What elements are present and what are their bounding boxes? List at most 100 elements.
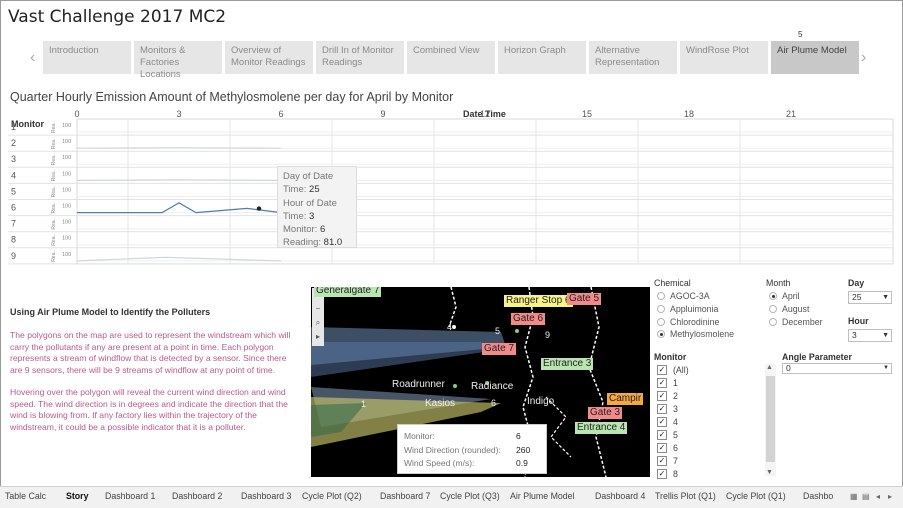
map-tooltip: Monitor: 6 Wind Direction (rounded): 260 W… [397,424,547,474]
sheet-sorter-icon[interactable]: ▦ [850,492,858,501]
tab-table-calc[interactable]: Table Calc [5,491,46,501]
hour-select[interactable]: 3 ▼ [848,329,892,342]
film-strip-icon[interactable]: ▤ [862,492,870,501]
tab-trellis-plot-q1[interactable]: Trellis Plot (Q1) [655,491,716,501]
angle-parameter-title: Angle Parameter [782,352,852,362]
tooltip-hour-value: 3 [309,210,315,222]
chevron-down-icon: ▼ [882,294,889,301]
tab-next-icon[interactable]: ▸ [888,492,892,501]
search-icon[interactable]: ⌕ [312,316,324,330]
monitor-row-label: 3 [11,154,16,164]
y-tick-label: 100 [62,252,71,258]
map-label: 6 [491,398,497,408]
map-label: Entrance 4 [575,422,628,434]
monitor-option-7[interactable]: ✓ 7 [657,456,678,466]
story-point-monitors-factories[interactable]: Monitors & Factories Locations [134,41,222,80]
emission-line-chart[interactable]: 0 3 6 9 12 15 18 211 Rea.. 1002 Rea.. 1003 Rea.. 1004… [0,107,903,275]
y-tick-label: 100 [62,204,71,210]
x-tick-label: 12 [480,109,490,119]
monitor-option-5[interactable]: ✓ 5 [657,430,678,440]
map-sensor-dot[interactable] [515,329,519,333]
monitor-option-2[interactable]: ✓ 2 [657,391,678,401]
story-point-introduction[interactable]: Introduction [43,41,131,74]
monitor-option-all[interactable]: ✓ (All) [657,365,689,375]
scroll-up-icon[interactable]: ▲ [766,364,773,371]
month-option-december[interactable]: December [769,317,823,327]
month-option-august[interactable]: August [769,304,809,314]
map-label: Gate 3 [588,407,623,419]
chemical-option-appluimonia[interactable]: Appluimonia [657,304,718,314]
y-tick-label: 100 [62,123,71,129]
chemical-option-methylosmolene[interactable]: Methylosmolene [657,329,734,339]
checkbox-checked-icon: ✓ [657,456,667,466]
radio-selected-icon [769,292,777,300]
chevron-right-icon[interactable]: › [861,49,866,67]
angle-parameter-select[interactable]: 0 ▼ [782,363,892,374]
map-label: Roadrunner [392,379,445,390]
monitor-option-8[interactable]: ✓ 8 [657,469,678,479]
story-point-combined-view[interactable]: Combined View [407,41,495,74]
tab-air-plume-model[interactable]: Air Plume Model [510,491,575,501]
x-tick-label: 6 [278,109,283,119]
y-axis-label: Rea.. [51,250,57,262]
map-label: Indigo [527,396,555,407]
story-point-windrose[interactable]: WindRose Plot [680,41,768,74]
radio-icon [769,318,777,326]
tab-cycle-plot-q2[interactable]: Cycle Plot (Q2) [302,491,362,501]
y-axis-label: Rea.. [51,218,57,230]
story-navigator: ‹ Introduction Monitors & Factories Loca… [28,30,880,80]
expand-arrow-icon[interactable]: ▸ [312,330,324,344]
monitor-option-3[interactable]: ✓ 3 [657,404,678,414]
y-tick-label: 100 [62,155,71,161]
scrollbar-thumb[interactable] [766,376,775,462]
map-tooltip-monitor-label: Monitor: [404,431,435,441]
air-plume-map[interactable]: + − ⌕ ▸ Generalgate 7 Ranger Stop 6 Gate… [311,287,650,477]
map-label: Gate 6 [511,313,546,325]
map-label: Entrance 3 [541,358,594,370]
tab-dashboard-7[interactable]: Dashboard 7 [380,491,430,501]
monitor-list-scrollbar[interactable]: ▲ ▼ [765,364,776,476]
story-point-drill-in[interactable]: Drill In of Monitor Readings [316,41,404,74]
tooltip-monitor-label: Monitor: [283,224,318,236]
story-point-air-plume[interactable]: Air Plume Model [771,41,859,74]
chemical-option-agoc[interactable]: AGOC-3A [657,291,710,301]
chevron-left-icon[interactable]: ‹ [30,49,35,67]
map-label: Kasios [425,398,456,409]
tab-dashboard-1[interactable]: Dashboard 1 [105,491,155,501]
story-point-alternative[interactable]: Alternative Representation [589,41,677,74]
map-tooltip-speed-label: Wind Speed (m/s): [404,458,475,468]
tab-prev-icon[interactable]: ◂ [876,492,880,501]
radio-icon [657,292,665,300]
plume-polygon[interactable] [311,342,491,377]
tooltip-reading-value: 81.0 [323,237,343,249]
map-tooltip-speed-value: 0.9 [516,458,528,468]
tab-dashboard-4[interactable]: Dashboard 4 [595,491,645,501]
story-point-overview[interactable]: Overview of Monitor Readings [225,41,313,74]
checkbox-checked-icon: ✓ [657,469,667,479]
story-point-horizon-graph[interactable]: Horizon Graph [498,41,586,74]
y-tick-label: 100 [62,220,71,226]
zoom-out-icon[interactable]: − [312,302,324,316]
month-option-april[interactable]: April [769,291,800,301]
sheet-tab-bar: Table Calc Story Dashboard 1 Dashboard 2… [0,486,903,508]
tab-dashboard-truncated[interactable]: Dashbo [803,491,833,501]
chart-frame [76,118,894,265]
map-sensor-dot[interactable] [453,384,457,388]
monitor-option-4[interactable]: ✓ 4 [657,417,678,427]
y-tick-label: 100 [62,139,71,145]
tab-dashboard-3[interactable]: Dashboard 3 [241,491,291,501]
tab-cycle-plot-q3[interactable]: Cycle Plot (Q3) [440,491,500,501]
tab-dashboard-2[interactable]: Dashboard 2 [172,491,222,501]
monitor-option-6[interactable]: ✓ 6 [657,443,678,453]
tooltip-reading-label: Reading: [283,237,322,249]
checkbox-checked-icon: ✓ [657,404,667,414]
day-select[interactable]: 25 ▼ [848,291,892,304]
x-tick-label: 9 [380,109,385,119]
monitor-option-1[interactable]: ✓ 1 [657,378,678,388]
scroll-down-icon[interactable]: ▼ [766,469,773,476]
tab-story[interactable]: Story [66,491,89,501]
map-label: Radiance [471,381,514,392]
tab-cycle-plot-q1[interactable]: Cycle Plot (Q1) [726,491,786,501]
checkbox-checked-icon: ✓ [657,417,667,427]
chemical-option-chlorodinine[interactable]: Chlorodinine [657,317,719,327]
